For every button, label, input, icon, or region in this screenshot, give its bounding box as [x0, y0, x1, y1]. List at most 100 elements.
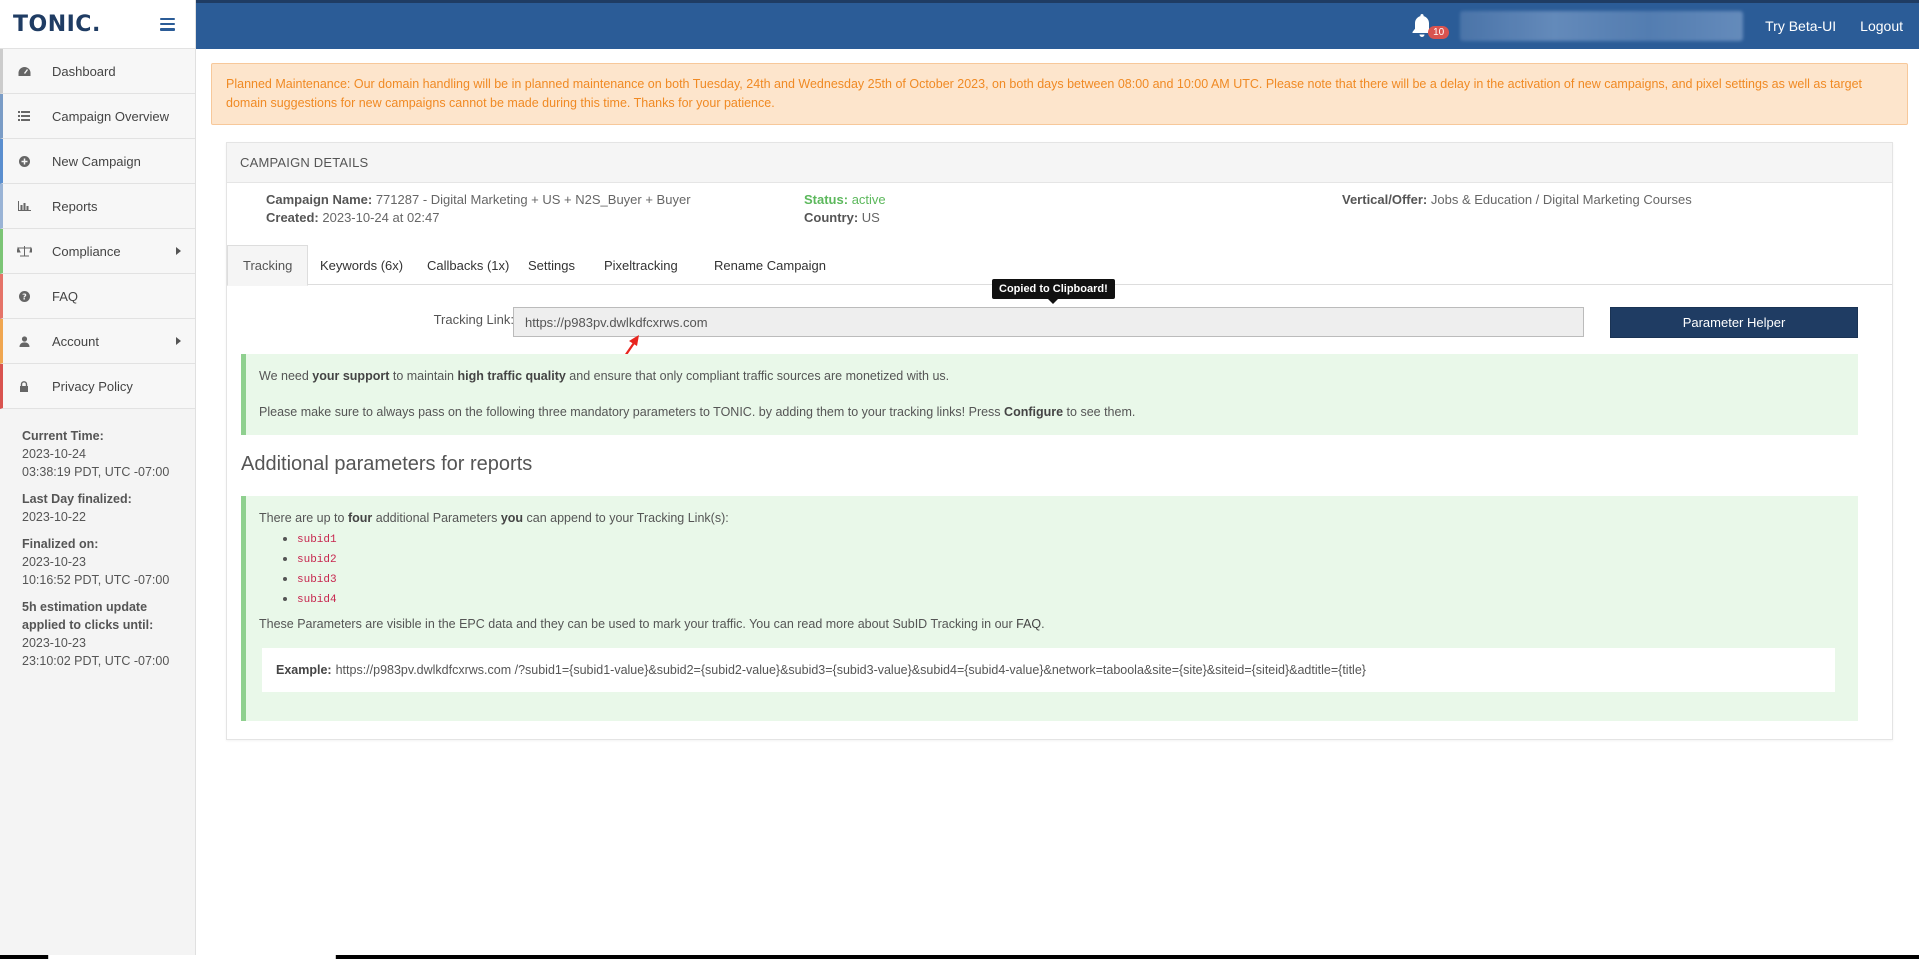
sidebar-item-reports[interactable]: Reports — [0, 184, 195, 229]
campaign-name-label: Campaign Name: — [266, 192, 373, 207]
example-value[interactable]: https://p983pv.dwlkdfcxrws.com /?subid1=… — [336, 661, 1366, 679]
intro-emphasis: you — [500, 511, 524, 525]
status-value: active — [851, 192, 886, 207]
sidebar-item-dashboard[interactable]: Dashboard — [0, 49, 195, 94]
status-row: Status: active — [804, 191, 886, 209]
support-info-box: We need your support to maintain high tr… — [241, 354, 1858, 435]
tab-tracking[interactable]: Tracking — [227, 245, 309, 286]
sidebar-nav: Dashboard Campaign Overview New Campaign… — [0, 49, 195, 409]
campaign-name-value: 771287 - Digital Marketing + US + N2S_Bu… — [375, 192, 691, 207]
sidebar-item-faq[interactable]: ? FAQ — [0, 274, 195, 319]
additional-parameters-heading: Additional parameters for reports — [241, 453, 533, 475]
intro-text: There are up to — [259, 511, 348, 525]
campaign-name-row: Campaign Name: 771287 - Digital Marketin… — [266, 191, 691, 209]
support-emphasis: high traffic quality — [457, 369, 566, 383]
finalized-time: 10:16:52 PDT, UTC -07:00 — [22, 573, 170, 587]
tab-keywords[interactable]: Keywords (6x) — [305, 245, 418, 285]
support-text: to maintain — [389, 369, 458, 383]
bar-chart-icon — [15, 199, 33, 213]
intro-text: can append to your Tracking Link(s): — [523, 511, 729, 525]
note-text: . — [1041, 617, 1045, 631]
support-text: and ensure that only compliant traffic s… — [565, 369, 950, 383]
faq-link[interactable]: FAQ — [1016, 617, 1041, 631]
tab-callbacks[interactable]: Callbacks (1x) — [412, 245, 524, 285]
current-time-time: 03:38:19 PDT, UTC -07:00 — [22, 465, 170, 479]
sidebar-item-account[interactable]: Account — [0, 319, 195, 364]
support-emphasis: your support — [312, 369, 390, 383]
example-box: Example: https://p983pv.dwlkdfcxrws.com … — [262, 648, 1835, 692]
menu-toggle-icon[interactable] — [160, 17, 175, 31]
country-row: Country: US — [804, 209, 880, 227]
param-code: subid4 — [297, 594, 337, 606]
caret-right-icon — [176, 247, 181, 255]
sidebar-item-label: Account — [52, 333, 99, 349]
support-text: We need — [259, 369, 313, 383]
vertical-value: Jobs & Education / Digital Marketing Cou… — [1430, 192, 1692, 207]
tracking-link-label: Tracking Link: — [433, 312, 514, 327]
example-label: Example: — [276, 663, 332, 677]
user-email-blurred[interactable] — [1460, 11, 1744, 41]
tonic-logo[interactable]: TONIC. — [13, 12, 101, 37]
finalized-date: 2023-10-23 — [22, 555, 86, 569]
created-label: Created: — [266, 210, 319, 225]
list-icon — [15, 109, 33, 123]
question-circle-icon: ? — [15, 289, 33, 303]
sidebar-item-new-campaign[interactable]: New Campaign — [0, 139, 195, 184]
notifications-button[interactable]: 10 — [1410, 12, 1450, 40]
logout-link[interactable]: Logout — [1860, 18, 1903, 34]
support-line-1: We need your support to maintain high tr… — [259, 367, 1845, 385]
time-info: Current Time: 2023-10-24 03:38:19 PDT, U… — [0, 409, 195, 670]
country-label: Country: — [804, 210, 859, 225]
created-value: 2023-10-24 at 02:47 — [322, 210, 440, 225]
svg-text:?: ? — [22, 292, 27, 301]
sidebar-item-label: Reports — [52, 198, 98, 214]
top-bar: 10 Try Beta-UI Logout — [196, 0, 1919, 49]
balance-scale-icon — [15, 244, 33, 258]
sidebar-item-label: Dashboard — [52, 63, 116, 79]
current-time-label: Current Time: — [22, 429, 104, 443]
intro-text: additional Parameters — [372, 511, 501, 525]
user-icon — [15, 334, 33, 348]
sidebar-item-compliance[interactable]: Compliance — [0, 229, 195, 274]
param-code: subid1 — [297, 534, 337, 546]
plus-circle-icon — [15, 154, 33, 168]
support-text: to see them. — [1063, 405, 1136, 419]
vertical-row: Vertical/Offer: Jobs & Education / Digit… — [1342, 191, 1692, 209]
sidebar-item-label: FAQ — [52, 288, 79, 304]
parameter-helper-button[interactable]: Parameter Helper — [1610, 307, 1858, 338]
list-item: subid1 — [297, 529, 1845, 549]
sidebar-item-privacy-policy[interactable]: Privacy Policy — [0, 364, 195, 409]
estimation-date: 2023-10-23 — [22, 636, 86, 650]
tracking-link-input[interactable] — [513, 307, 1584, 337]
dashboard-icon — [15, 64, 33, 78]
finalized-label: Finalized on: — [22, 537, 99, 551]
last-day-value: 2023-10-22 — [22, 510, 86, 524]
maintenance-alert: Planned Maintenance: Our domain handling… — [211, 63, 1908, 125]
panel-heading: CAMPAIGN DETAILS — [227, 143, 1892, 183]
tab-rename-campaign[interactable]: Rename Campaign — [699, 245, 841, 285]
param-code: subid2 — [297, 554, 337, 566]
tab-pixeltracking[interactable]: Pixeltracking — [589, 245, 693, 285]
params-intro: There are up to four additional Paramete… — [259, 509, 1845, 527]
notification-count-badge: 10 — [1428, 26, 1450, 39]
country-value: US — [861, 210, 880, 225]
copied-tooltip: Copied to Clipboard! — [992, 279, 1115, 304]
intro-emphasis: four — [347, 511, 373, 525]
sidebar-item-campaign-overview[interactable]: Campaign Overview — [0, 94, 195, 139]
support-line-2: Please make sure to always pass on the f… — [259, 403, 1845, 421]
tab-settings[interactable]: Settings — [513, 245, 590, 285]
support-text: Please make sure to always pass on the f… — [259, 405, 1005, 419]
try-beta-ui-link[interactable]: Try Beta-UI — [1765, 18, 1836, 34]
brand-bar: TONIC. — [0, 0, 195, 49]
sidebar-item-label: Privacy Policy — [52, 378, 133, 394]
lock-icon — [15, 379, 33, 393]
current-time-date: 2023-10-24 — [22, 447, 86, 461]
additional-parameters-box: There are up to four additional Paramete… — [241, 496, 1858, 721]
caret-right-icon — [176, 337, 181, 345]
sidebar-item-label: Compliance — [52, 243, 121, 259]
vertical-label: Vertical/Offer: — [1342, 192, 1428, 207]
campaign-details: Campaign Name: 771287 - Digital Marketin… — [227, 183, 1892, 245]
estimation-time: 23:10:02 PDT, UTC -07:00 — [22, 654, 170, 668]
configure-emphasis: Configure — [1004, 405, 1064, 419]
created-row: Created: 2023-10-24 at 02:47 — [266, 209, 439, 227]
